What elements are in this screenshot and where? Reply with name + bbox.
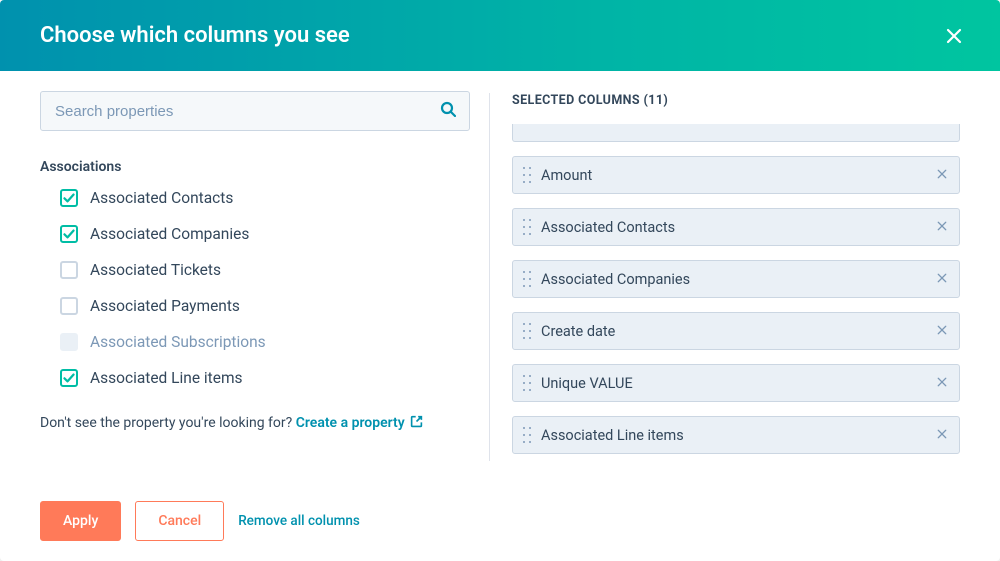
helper-row: Don't see the property you're looking fo…	[40, 415, 470, 431]
close-icon	[937, 429, 947, 439]
apply-button[interactable]: Apply	[40, 501, 121, 541]
association-row[interactable]: Associated Contacts	[60, 189, 470, 207]
close-icon	[946, 28, 962, 44]
checkbox[interactable]	[60, 261, 78, 279]
group-heading: Associations	[40, 159, 470, 175]
association-label: Associated Payments	[90, 297, 240, 315]
close-icon	[937, 169, 947, 179]
modal-body: Associations Associated ContactsAssociat…	[0, 71, 1000, 561]
create-property-link[interactable]: Create a property	[296, 415, 423, 431]
checkmark-icon	[63, 228, 75, 240]
selected-column-label: Unique VALUE	[541, 375, 927, 392]
selected-column-card[interactable]: Associated Companies	[512, 260, 960, 298]
association-row[interactable]: Associated Tickets	[60, 261, 470, 279]
right-pane: SELECTED COLUMNS (11) Amount Associated C…	[490, 71, 1000, 561]
selected-columns-list: Amount Associated Contacts Associated Comp…	[512, 156, 960, 454]
association-label: Associated Line items	[90, 369, 243, 387]
association-label: Associated Contacts	[90, 189, 233, 207]
checkbox[interactable]	[60, 369, 78, 387]
association-row[interactable]: Associated Companies	[60, 225, 470, 243]
checkmark-icon	[63, 192, 75, 204]
checkbox[interactable]	[60, 189, 78, 207]
association-row[interactable]: Associated Payments	[60, 297, 470, 315]
checkmark-icon	[63, 372, 75, 384]
search-wrap	[40, 91, 470, 131]
remove-column-button[interactable]	[937, 428, 947, 443]
close-icon	[937, 325, 947, 335]
drag-handle-icon[interactable]	[523, 323, 531, 339]
checkbox[interactable]	[60, 225, 78, 243]
selected-column-label: Associated Contacts	[541, 219, 927, 236]
remove-column-button[interactable]	[937, 324, 947, 339]
checkbox	[60, 333, 78, 351]
drag-handle-icon[interactable]	[523, 271, 531, 287]
selected-column-label: Create date	[541, 323, 927, 340]
column-picker-modal: Choose which columns you see Association…	[0, 0, 1000, 561]
association-list: Associated Contacts Associated Companies A…	[40, 189, 470, 387]
association-row[interactable]: Associated Line items	[60, 369, 470, 387]
selected-column-card[interactable]: Create date	[512, 312, 960, 350]
search-icon	[440, 101, 456, 121]
overflow-column-card[interactable]	[512, 124, 960, 142]
association-label: Associated Subscriptions	[90, 333, 266, 351]
remove-column-button[interactable]	[937, 272, 947, 287]
modal-title: Choose which columns you see	[40, 23, 350, 48]
association-row: Associated Subscriptions	[60, 333, 470, 351]
helper-text: Don't see the property you're looking fo…	[40, 415, 296, 431]
create-property-label: Create a property	[296, 415, 405, 431]
drag-handle-icon[interactable]	[523, 167, 531, 183]
selected-column-label: Amount	[541, 167, 927, 184]
cancel-label: Cancel	[158, 513, 201, 529]
drag-handle-icon[interactable]	[523, 427, 531, 443]
remove-column-button[interactable]	[937, 220, 947, 235]
close-button[interactable]	[938, 20, 970, 52]
selected-column-card[interactable]: Associated Contacts	[512, 208, 960, 246]
remove-column-button[interactable]	[937, 168, 947, 183]
association-label: Associated Tickets	[90, 261, 221, 279]
close-icon	[937, 273, 947, 283]
external-link-icon	[410, 415, 423, 428]
selected-column-label: Associated Line items	[541, 427, 927, 444]
drag-handle-icon[interactable]	[523, 219, 531, 235]
pane-divider	[489, 93, 490, 461]
footer-actions: Apply Cancel Remove all columns	[40, 501, 360, 541]
apply-label: Apply	[63, 513, 98, 529]
left-pane: Associations Associated ContactsAssociat…	[0, 71, 490, 561]
selected-columns-heading: SELECTED COLUMNS (11)	[512, 93, 960, 108]
association-label: Associated Companies	[90, 225, 249, 243]
modal-header: Choose which columns you see	[0, 0, 1000, 71]
close-icon	[937, 221, 947, 231]
search-input[interactable]	[40, 91, 470, 131]
remove-column-button[interactable]	[937, 376, 947, 391]
drag-handle-icon[interactable]	[523, 375, 531, 391]
selected-column-card[interactable]: Unique VALUE	[512, 364, 960, 402]
selected-column-label: Associated Companies	[541, 271, 927, 288]
remove-all-link[interactable]: Remove all columns	[238, 513, 360, 529]
cancel-button[interactable]: Cancel	[135, 501, 224, 541]
selected-column-card[interactable]: Amount	[512, 156, 960, 194]
selected-column-card[interactable]: Associated Line items	[512, 416, 960, 454]
checkbox[interactable]	[60, 297, 78, 315]
close-icon	[937, 377, 947, 387]
